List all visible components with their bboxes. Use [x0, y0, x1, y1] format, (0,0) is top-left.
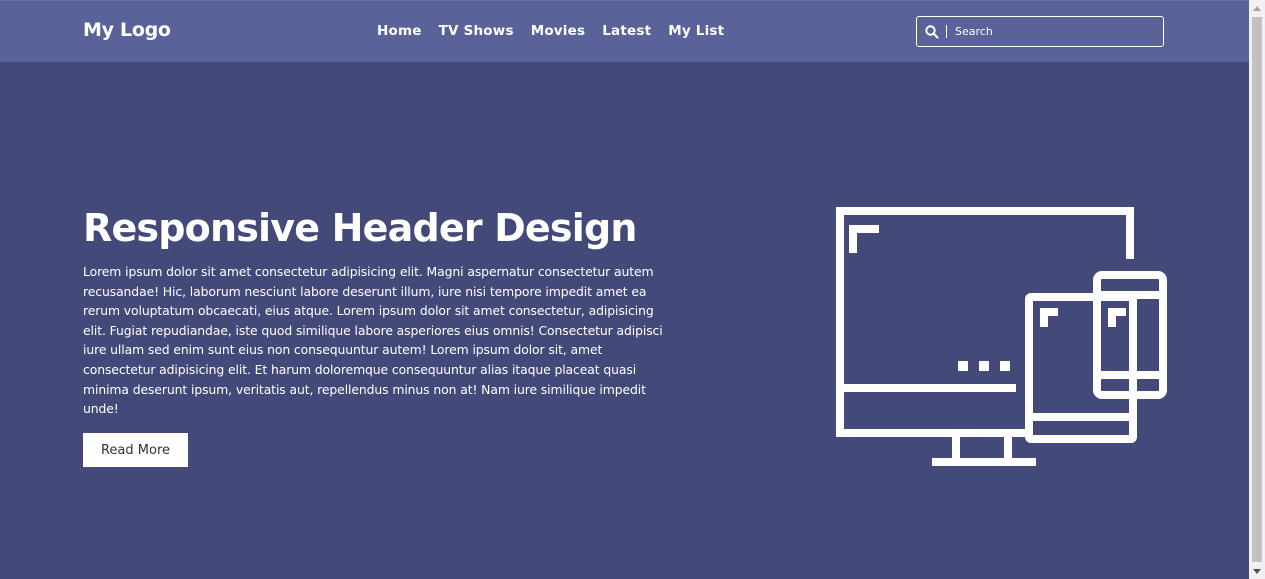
search-box[interactable] — [916, 16, 1164, 47]
nav-link-tv-shows[interactable]: TV Shows — [439, 23, 514, 39]
nav-link-latest[interactable]: Latest — [602, 23, 651, 39]
nav-link-my-list[interactable]: My List — [668, 23, 724, 39]
scrollbar[interactable] — [1249, 0, 1265, 579]
search-divider — [946, 25, 947, 38]
read-more-button[interactable]: Read More — [83, 433, 188, 467]
devices-icon — [836, 207, 1167, 466]
page: My Logo Home TV Shows Movies Latest My L… — [0, 0, 1249, 579]
scroll-thumb[interactable] — [1252, 17, 1262, 562]
nav-link-home[interactable]: Home — [377, 23, 422, 39]
scroll-up-arrow-icon[interactable] — [1249, 0, 1265, 16]
scroll-down-arrow-icon[interactable] — [1249, 563, 1265, 579]
hero-title: Responsive Header Design — [83, 206, 637, 250]
nav-link-movies[interactable]: Movies — [531, 23, 586, 39]
search-input[interactable] — [955, 25, 1155, 38]
navbar: My Logo Home TV Shows Movies Latest My L… — [0, 0, 1249, 62]
nav-links: Home TV Shows Movies Latest My List — [377, 23, 724, 39]
hero-text: Lorem ipsum dolor sit amet consectetur a… — [83, 264, 663, 417]
site-logo[interactable]: My Logo — [83, 19, 171, 41]
search-icon — [925, 24, 939, 39]
